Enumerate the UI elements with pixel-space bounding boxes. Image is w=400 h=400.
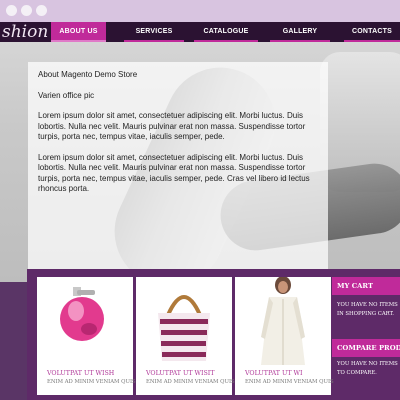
trench-coat-model-image[interactable] <box>235 276 331 365</box>
nav-about-us[interactable]: ABOUT US <box>51 22 106 42</box>
product-name[interactable]: VOLUTPAT UT WI <box>245 370 302 377</box>
featured-products: VOLUTPAT UT WISH ENIM AD MINIM VENIAM QU… <box>37 276 334 395</box>
compare-products-heading: COMPARE PRODU <box>332 339 400 357</box>
nav-label: GALLERY <box>282 28 318 35</box>
nav-gallery[interactable]: GALLERY <box>270 22 330 42</box>
nav-catalogue[interactable]: CATALOGUE <box>194 22 258 42</box>
product-name[interactable]: VOLUTPAT UT WISIT <box>146 370 214 377</box>
nav-label: ABOUT US <box>59 28 98 35</box>
my-cart-heading: MY CART <box>332 277 400 295</box>
product-card[interactable]: VOLUTPAT UT WISH ENIM AD MINIM VENIAM QU… <box>37 277 136 395</box>
body-paragraph: Lorem ipsum dolor sit amet, consectetuer… <box>38 111 306 141</box>
product-description: ENIM AD MINIM VENIAM QUIS <box>245 379 334 385</box>
perfume-bottle-image[interactable] <box>37 277 133 365</box>
product-name[interactable]: VOLUTPAT UT WISH <box>47 370 114 377</box>
body-paragraph: Lorem ipsum dolor sit amet, consectetuer… <box>38 152 310 194</box>
window-control-dot[interactable] <box>21 5 32 16</box>
sidebar: MY CART YOU HAVE NO ITEMS IN SHOPPING CA… <box>332 277 400 395</box>
striped-handbag-image[interactable] <box>136 277 232 365</box>
window-titlebar <box>0 0 400 22</box>
product-description: ENIM AD MINIM VENIAM QUIS <box>47 379 136 385</box>
about-content-card: About Magento Demo Store Varien office p… <box>28 62 328 297</box>
window-control-dot[interactable] <box>6 5 17 16</box>
nav-label: SERVICES <box>135 28 173 35</box>
product-card[interactable]: VOLUTPAT UT WI ENIM AD MINIM VENIAM QUIS <box>235 276 334 395</box>
image-caption: Varien office pic <box>38 90 95 100</box>
cart-empty-text: YOU HAVE NO ITEMS IN SHOPPING CART. <box>337 302 398 317</box>
nav-services[interactable]: SERVICES <box>124 22 184 42</box>
page-viewport: shion ABOUT US SERVICES CATALOGUE GALLER… <box>0 22 400 400</box>
product-card[interactable]: VOLUTPAT UT WISIT ENIM AD MINIM VENIAM Q… <box>136 277 235 395</box>
product-description: ENIM AD MINIM VENIAM QUIS <box>146 379 235 385</box>
nav-label: CATALOGUE <box>203 28 249 35</box>
window-control-dot[interactable] <box>36 5 47 16</box>
compare-empty-text: YOU HAVE NO ITEMS TO COMPARE. <box>337 361 398 376</box>
nav-label: CONTACTS <box>352 28 392 35</box>
site-logo[interactable]: shion <box>0 22 50 50</box>
page-title: About Magento Demo Store <box>38 70 138 79</box>
product-strip: VOLUTPAT UT WISH ENIM AD MINIM VENIAM QU… <box>27 269 400 400</box>
top-navigation: shion ABOUT US SERVICES CATALOGUE GALLER… <box>0 22 400 42</box>
nav-contacts[interactable]: CONTACTS <box>344 22 400 42</box>
